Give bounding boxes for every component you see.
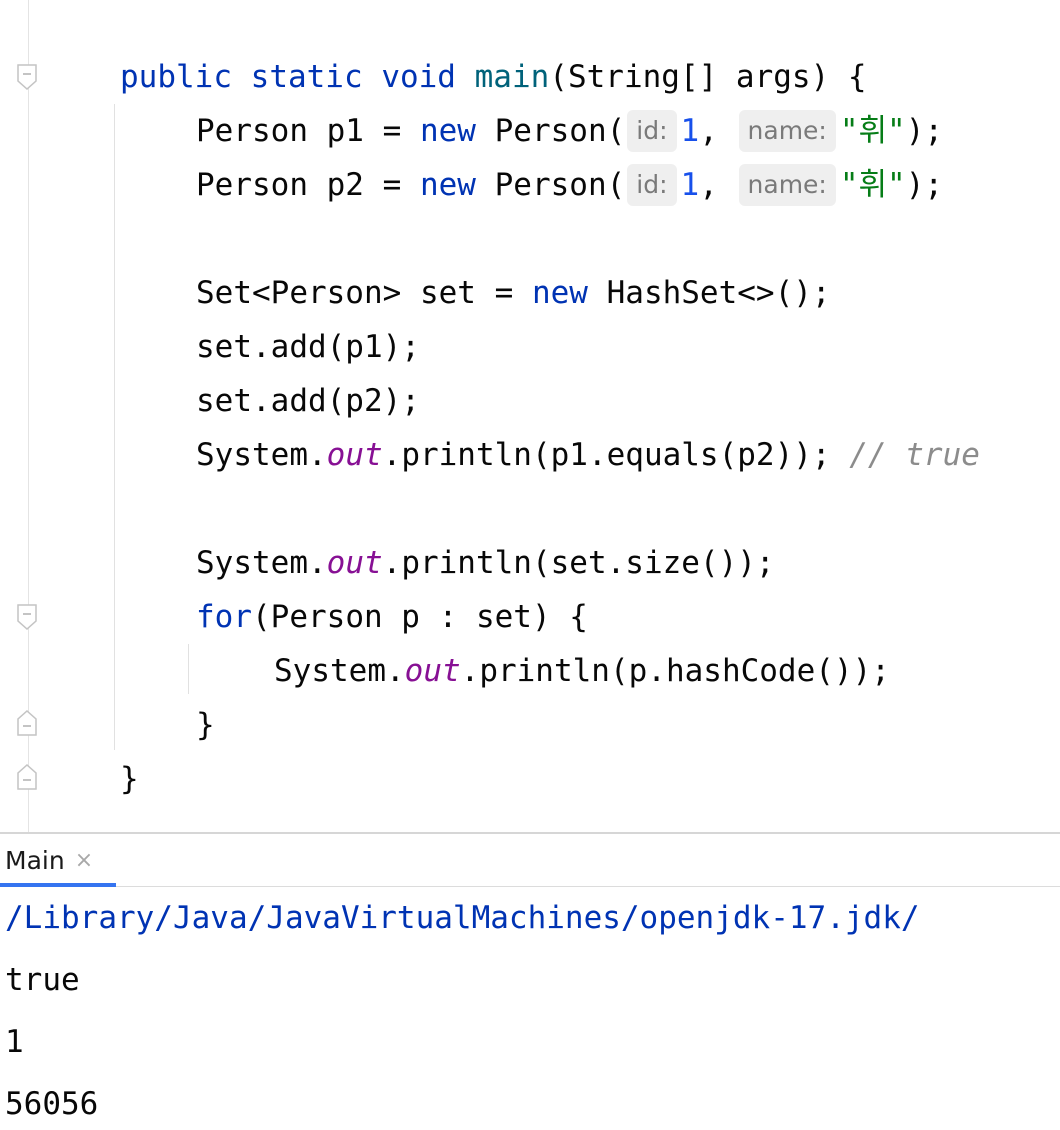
static-field: out [326, 437, 383, 473]
console-command-line[interactable]: /Library/Java/JavaVirtualMachines/openjd… [5, 887, 920, 949]
code-text: ); [905, 113, 944, 149]
code-line-set-declaration[interactable]: Set<Person> set = new HashSet<>(); [196, 266, 831, 320]
code-text: System. [274, 653, 405, 689]
console-output-line: 56056 [5, 1086, 99, 1122]
string-literal: "휘" [839, 167, 906, 203]
code-line-equals-print[interactable]: System.out.println(p1.equals(p2)); // tr… [196, 428, 980, 482]
code-line-add-p1[interactable]: set.add(p1); [196, 320, 420, 374]
code-text: .println(set.size()); [382, 545, 775, 581]
code-text: Person p1 = [196, 113, 420, 149]
parameter-hint-id: id: [627, 109, 677, 152]
console-output-line: true [5, 962, 80, 998]
indent-guide [114, 104, 115, 750]
code-line-main-signature[interactable]: public static void main(String[] args) { [120, 50, 867, 104]
run-tab-bar: Main × [0, 834, 1060, 887]
method-name: main [474, 59, 550, 95]
code-text: , [699, 167, 737, 203]
keyword: public [120, 59, 232, 95]
code-text: } [120, 761, 139, 797]
parameter-hint-name: name: [738, 163, 836, 206]
keyword: new [531, 275, 588, 311]
console-output-line: 1 [5, 1024, 24, 1060]
keyword: for [196, 599, 252, 635]
gutter-divider [28, 0, 29, 832]
keyword: static [250, 59, 363, 95]
static-field: out [326, 545, 383, 581]
fold-end-icon[interactable] [17, 764, 37, 790]
code-text: ); [905, 167, 944, 203]
string-literal: "휘" [839, 113, 906, 149]
close-icon[interactable]: × [75, 848, 93, 873]
static-field: out [404, 653, 461, 689]
code-comment: // true [849, 437, 980, 473]
code-text: set.add(p1); [196, 329, 420, 365]
code-text: set.add(p2); [196, 383, 420, 419]
tab-main-label: Main [5, 845, 65, 875]
code-line-size-print[interactable]: System.out.println(set.size()); [196, 536, 775, 590]
keyword: void [381, 59, 456, 95]
code-text: (Person p : set) { [252, 599, 588, 635]
code-text: Person( [475, 113, 626, 149]
parameter-hint-name: name: [738, 109, 836, 152]
code-text: , [699, 113, 737, 149]
keyword: new [419, 167, 476, 203]
code-text: System. [196, 545, 327, 581]
code-line-p1[interactable]: Person p1 = new Person(id: 1, name: "휘"); [196, 104, 943, 158]
code-line-for-loop[interactable]: for(Person p : set) { [196, 590, 588, 644]
code-text: .println(p.hashCode()); [460, 653, 890, 689]
tab-main[interactable]: Main × [0, 834, 116, 887]
code-text: } [196, 707, 215, 743]
code-line-for-close[interactable]: } [196, 698, 215, 752]
code-line-add-p2[interactable]: set.add(p2); [196, 374, 420, 428]
run-console[interactable]: /Library/Java/JavaVirtualMachines/openjd… [0, 887, 1060, 1130]
code-text: System. [196, 437, 327, 473]
code-text: Person( [475, 167, 626, 203]
code-editor[interactable]: public static void main(String[] args) {… [0, 0, 1060, 832]
fold-end-icon[interactable] [17, 710, 37, 736]
code-text: Set<Person> set = [196, 275, 532, 311]
code-line-method-close[interactable]: } [120, 752, 139, 806]
fold-collapse-icon[interactable] [17, 604, 37, 630]
parameter-hint-id: id: [627, 163, 677, 206]
code-line-hashcode-print[interactable]: System.out.println(p.hashCode()); [274, 644, 890, 698]
code-text: (String[] args) { [549, 59, 867, 95]
keyword: new [419, 113, 476, 149]
number-literal: 1 [680, 113, 700, 149]
fold-collapse-icon[interactable] [17, 64, 37, 90]
number-literal: 1 [680, 167, 700, 203]
code-text: HashSet<>(); [587, 275, 831, 311]
code-text: Person p2 = [196, 167, 420, 203]
indent-guide [188, 644, 189, 694]
code-line-p2[interactable]: Person p2 = new Person(id: 1, name: "휘"); [196, 158, 943, 212]
code-text: .println(p1.equals(p2)); [382, 437, 850, 473]
